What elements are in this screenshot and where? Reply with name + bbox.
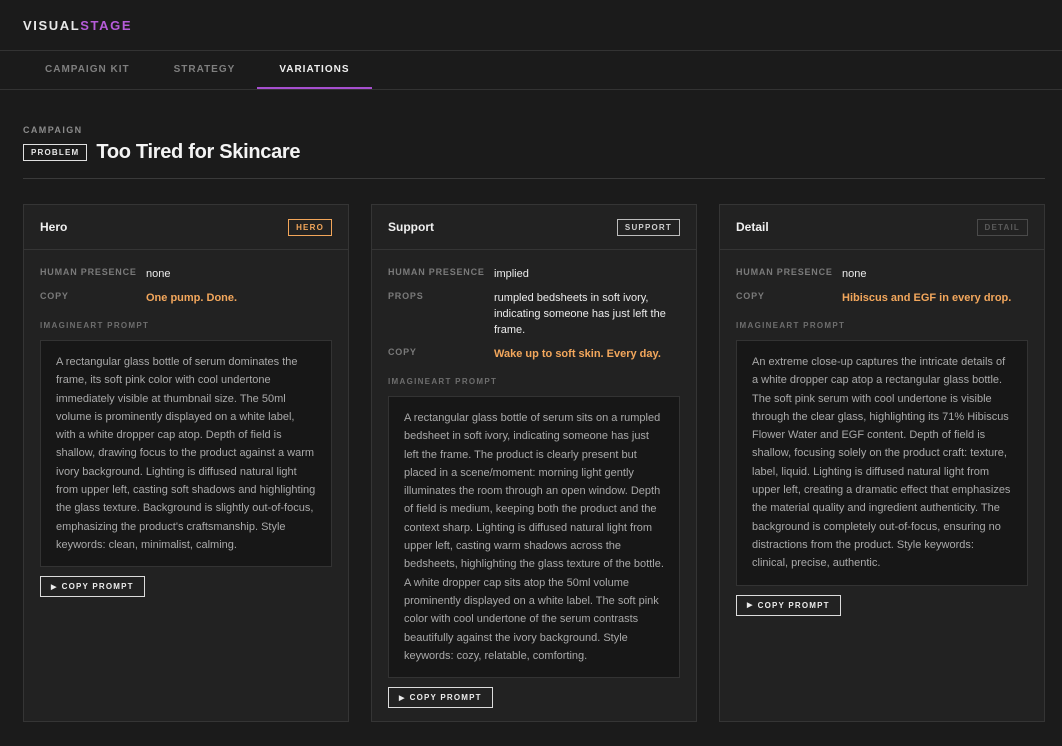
campaign-title-row: PROBLEM Too Tired for Skincare xyxy=(23,141,1045,179)
top-bar: VISUALSTAGE xyxy=(0,0,1062,51)
prompt-label: IMAGINEART PROMPT xyxy=(388,377,498,386)
tab-strategy[interactable]: STRATEGY xyxy=(152,51,258,89)
card-title: Support xyxy=(388,220,434,234)
prompt-text: A rectangular glass bottle of serum sits… xyxy=(388,396,680,679)
field-label: HUMAN PRESENCE xyxy=(388,267,485,277)
field-human-presence: HUMAN PRESENCE none xyxy=(40,266,332,282)
tab-variations[interactable]: VARIATIONS xyxy=(257,51,372,89)
field-human-presence: HUMAN PRESENCE implied xyxy=(388,266,680,282)
logo-text: VISUAL xyxy=(23,17,81,33)
problem-badge: PROBLEM xyxy=(23,144,88,161)
prompt-text: A rectangular glass bottle of serum domi… xyxy=(40,340,332,568)
play-icon: ▶ xyxy=(399,694,406,702)
campaign-section-label: CAMPAIGN xyxy=(23,125,83,135)
card-title: Detail xyxy=(736,220,769,234)
field-label: COPY xyxy=(736,291,765,301)
variation-cards: Hero HERO HUMAN PRESENCE none COPY One p… xyxy=(23,204,1045,722)
copy-prompt-button[interactable]: ▶ COPY PROMPT xyxy=(736,594,841,616)
copy-text: One pump. Done. xyxy=(146,292,238,304)
field-label: HUMAN PRESENCE xyxy=(736,267,833,277)
field-value: none xyxy=(146,268,171,280)
card-body: HUMAN PRESENCE none COPY Hibiscus and EG… xyxy=(720,250,1044,616)
prompt-label: IMAGINEART PROMPT xyxy=(40,321,150,330)
play-icon: ▶ xyxy=(747,602,754,610)
play-icon: ▶ xyxy=(51,583,58,591)
card-title: Hero xyxy=(40,220,68,234)
prompt-text: An extreme close-up captures the intrica… xyxy=(736,340,1028,586)
copy-prompt-label: COPY PROMPT xyxy=(409,693,482,703)
page-title: Too Tired for Skincare xyxy=(96,141,301,163)
copy-prompt-label: COPY PROMPT xyxy=(61,582,134,592)
app-logo[interactable]: VISUALSTAGE xyxy=(23,18,132,33)
copy-text: Hibiscus and EGF in every drop. xyxy=(842,292,1012,304)
card-header: Detail DETAIL xyxy=(720,205,1044,250)
field-copy: COPY Wake up to soft skin. Every day. xyxy=(388,346,680,362)
card-header: Support SUPPORT xyxy=(372,205,696,250)
tab-bar: CAMPAIGN KIT STRATEGY VARIATIONS xyxy=(0,51,1062,90)
card-body: HUMAN PRESENCE implied PROPS rumpled bed… xyxy=(372,250,696,709)
prompt-label: IMAGINEART PROMPT xyxy=(736,321,846,330)
field-label: COPY xyxy=(40,291,69,301)
copy-prompt-button[interactable]: ▶ COPY PROMPT xyxy=(388,687,493,709)
tab-campaign-kit[interactable]: CAMPAIGN KIT xyxy=(23,51,152,89)
card-header: Hero HERO xyxy=(24,205,348,250)
field-label: COPY xyxy=(388,347,417,357)
card-tag-detail: DETAIL xyxy=(976,218,1028,236)
card-detail: Detail DETAIL HUMAN PRESENCE none COPY H… xyxy=(719,204,1045,722)
copy-prompt-button[interactable]: ▶ COPY PROMPT xyxy=(40,576,145,598)
field-human-presence: HUMAN PRESENCE none xyxy=(736,266,1028,282)
field-value: rumpled bedsheets in soft ivory, indicat… xyxy=(494,292,666,336)
card-tag-support: SUPPORT xyxy=(616,218,680,236)
card-support: Support SUPPORT HUMAN PRESENCE implied P… xyxy=(371,204,697,722)
field-copy: COPY One pump. Done. xyxy=(40,290,332,306)
logo-accent-text: STAGE xyxy=(80,17,133,33)
campaign-header: CAMPAIGN PROBLEM Too Tired for Skincare xyxy=(0,125,1062,179)
copy-prompt-label: COPY PROMPT xyxy=(757,600,830,610)
field-copy: COPY Hibiscus and EGF in every drop. xyxy=(736,290,1028,306)
card-body: HUMAN PRESENCE none COPY One pump. Done.… xyxy=(24,250,348,598)
card-hero: Hero HERO HUMAN PRESENCE none COPY One p… xyxy=(23,204,349,722)
field-label: HUMAN PRESENCE xyxy=(40,267,137,277)
field-value: implied xyxy=(494,268,529,280)
field-props: PROPS rumpled bedsheets in soft ivory, i… xyxy=(388,290,680,338)
field-value: none xyxy=(842,268,867,280)
card-tag-hero: HERO xyxy=(288,218,332,236)
field-label: PROPS xyxy=(388,291,424,301)
copy-text: Wake up to soft skin. Every day. xyxy=(494,348,661,360)
